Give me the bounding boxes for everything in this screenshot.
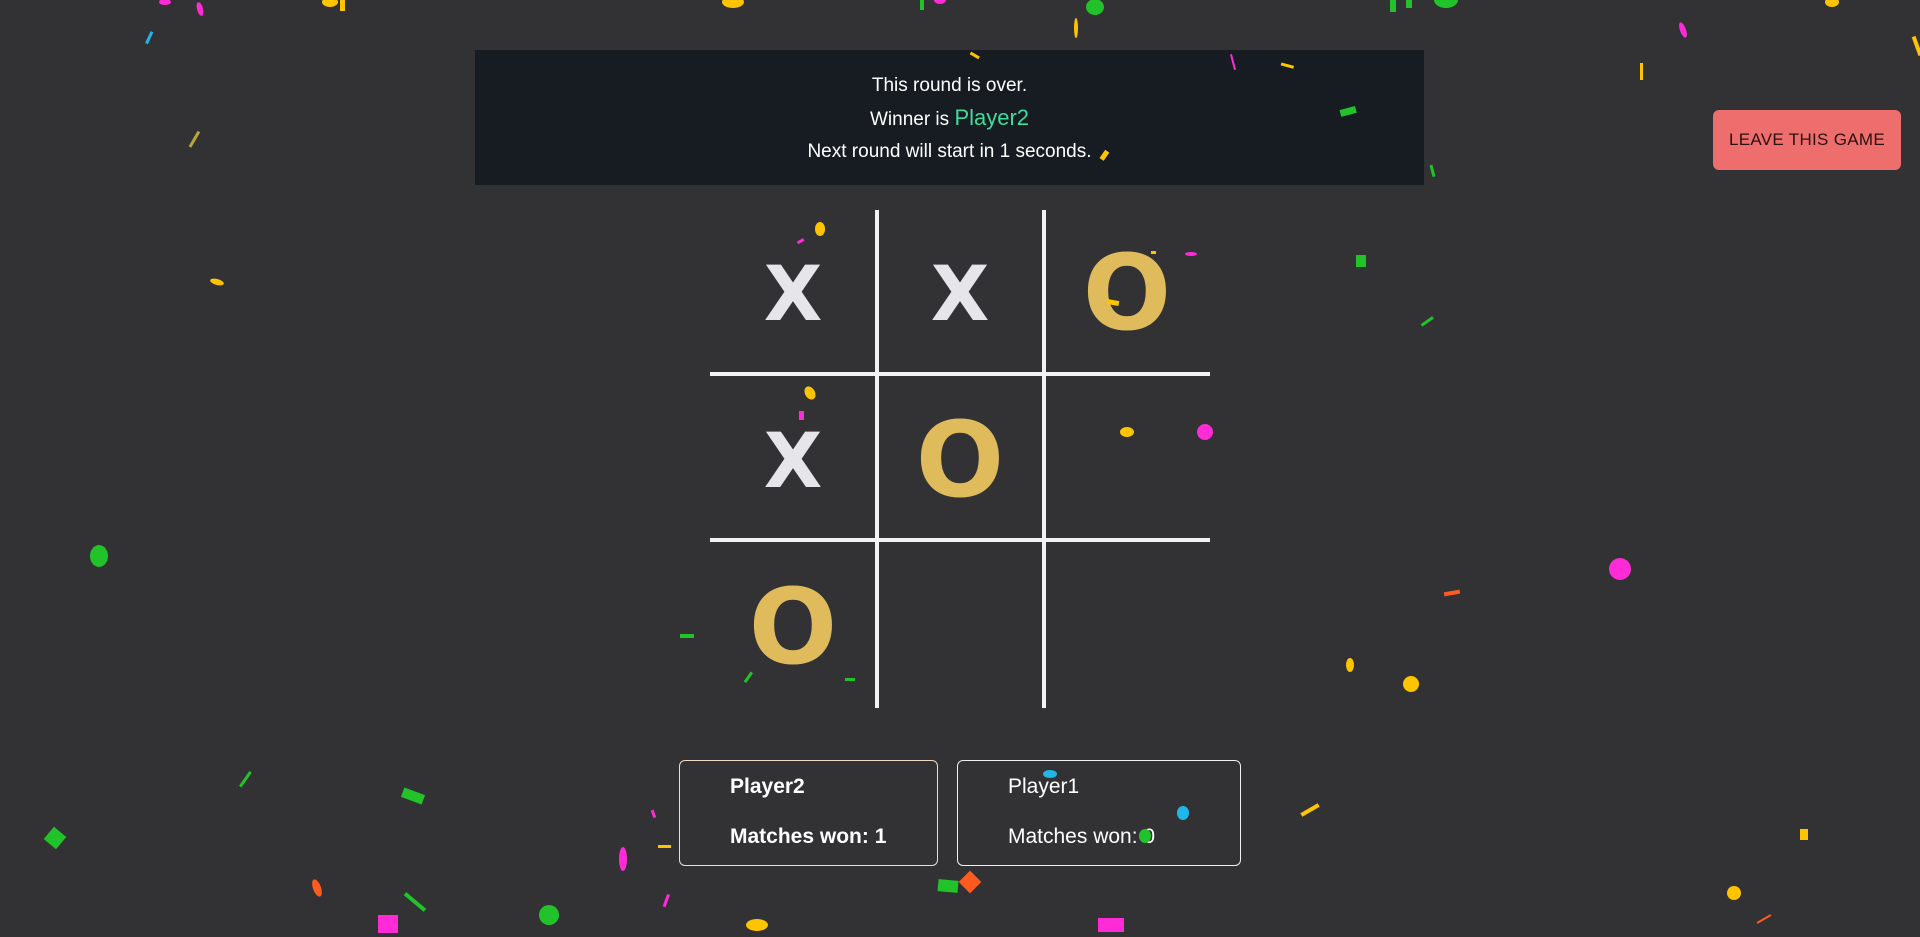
confetti-piece	[1640, 63, 1643, 80]
confetti-piece	[1098, 918, 1124, 932]
winner-name: Player2	[954, 105, 1030, 130]
matches-won-label: Matches won:	[730, 825, 869, 848]
confetti-piece	[1086, 0, 1104, 15]
player-score-card: Player1 Matches won: 0	[957, 760, 1241, 866]
confetti-piece	[1346, 658, 1354, 672]
confetti-piece	[90, 545, 108, 567]
confetti-piece	[539, 905, 559, 925]
board-cell[interactable]	[1044, 377, 1210, 543]
grid-line-vertical	[1042, 210, 1046, 708]
x-mark: X	[763, 248, 823, 338]
matches-won-value: 0	[1143, 825, 1156, 848]
o-mark: O	[915, 399, 1005, 521]
confetti-piece	[619, 847, 627, 871]
board-cell[interactable]	[877, 544, 1043, 710]
confetti-piece	[378, 915, 398, 933]
confetti-piece	[658, 845, 671, 848]
confetti-piece	[400, 787, 426, 805]
next-round-countdown: Next round will start in 1 seconds.	[807, 141, 1092, 162]
confetti-piece	[322, 0, 338, 7]
matches-won: Matches won: 0	[1008, 825, 1155, 849]
board-cell[interactable]: X	[710, 377, 876, 543]
board-cell[interactable]: O	[710, 544, 876, 710]
grid-line-vertical	[875, 210, 879, 708]
confetti-piece	[746, 919, 768, 931]
o-mark: O	[1082, 232, 1172, 354]
board-cell[interactable]: O	[1044, 210, 1210, 376]
confetti-piece	[1609, 558, 1631, 580]
confetti-piece	[43, 826, 67, 850]
confetti-piece	[1727, 886, 1741, 900]
confetti-piece	[1420, 316, 1434, 327]
confetti-piece	[1825, 0, 1839, 7]
confetti-piece	[1434, 0, 1458, 8]
x-mark: X	[930, 248, 990, 338]
winner-line: Winner is Player2	[475, 106, 1424, 132]
round-result-banner: This round is over. Winner is Player2 Ne…	[475, 50, 1424, 185]
confetti-piece	[312, 879, 322, 897]
board-cell[interactable]: O	[877, 377, 1043, 543]
confetti-piece	[1679, 22, 1687, 38]
board-cell[interactable]	[1044, 544, 1210, 710]
board-cell[interactable]: X	[877, 210, 1043, 376]
confetti-piece	[1300, 803, 1320, 817]
game-page: This round is over. Winner is Player2 Ne…	[0, 0, 1920, 937]
confetti-piece	[159, 0, 171, 5]
x-mark: X	[763, 415, 823, 505]
confetti-piece	[680, 634, 694, 638]
confetti-piece	[1800, 829, 1808, 840]
confetti-piece	[1429, 164, 1436, 178]
confetti-piece	[722, 0, 744, 8]
confetti-piece	[340, 0, 345, 11]
confetti-piece	[920, 0, 924, 10]
round-over-text: This round is over.	[871, 75, 1028, 96]
confetti-piece	[650, 809, 657, 819]
confetti-piece	[958, 870, 982, 894]
grid-line-horizontal	[710, 372, 1210, 376]
confetti-piece	[1074, 18, 1078, 38]
confetti-piece	[934, 0, 946, 4]
confetti-piece	[210, 278, 224, 286]
confetti-piece	[1403, 676, 1419, 692]
matches-won: Matches won: 1	[730, 825, 886, 849]
game-board: X X O X O O	[710, 210, 1210, 708]
matches-won-value: 1	[874, 825, 887, 848]
winner-prefix: Winner is	[869, 109, 950, 130]
board-cell[interactable]: X	[710, 210, 876, 376]
confetti-piece	[196, 2, 204, 16]
leave-game-button[interactable]: LEAVE THIS GAME	[1713, 110, 1901, 170]
confetti-piece	[188, 130, 201, 148]
player-name: Player1	[1008, 775, 1080, 798]
confetti-piece	[145, 31, 154, 45]
player-name: Player2	[730, 775, 805, 798]
confetti-piece	[403, 892, 427, 912]
confetti-piece	[1390, 0, 1396, 12]
confetti-piece	[1756, 914, 1772, 924]
matches-won-label: Matches won:	[1008, 825, 1138, 848]
confetti-piece	[1911, 35, 1920, 57]
confetti-piece	[239, 771, 252, 788]
confetti-piece	[662, 894, 670, 908]
grid-line-horizontal	[710, 538, 1210, 542]
confetti-piece	[1406, 0, 1412, 8]
confetti-piece	[1443, 589, 1461, 597]
player-score-card: Player2 Matches won: 1	[679, 760, 938, 866]
confetti-piece	[1356, 255, 1366, 267]
confetti-piece	[937, 879, 959, 893]
o-mark: O	[748, 566, 838, 688]
